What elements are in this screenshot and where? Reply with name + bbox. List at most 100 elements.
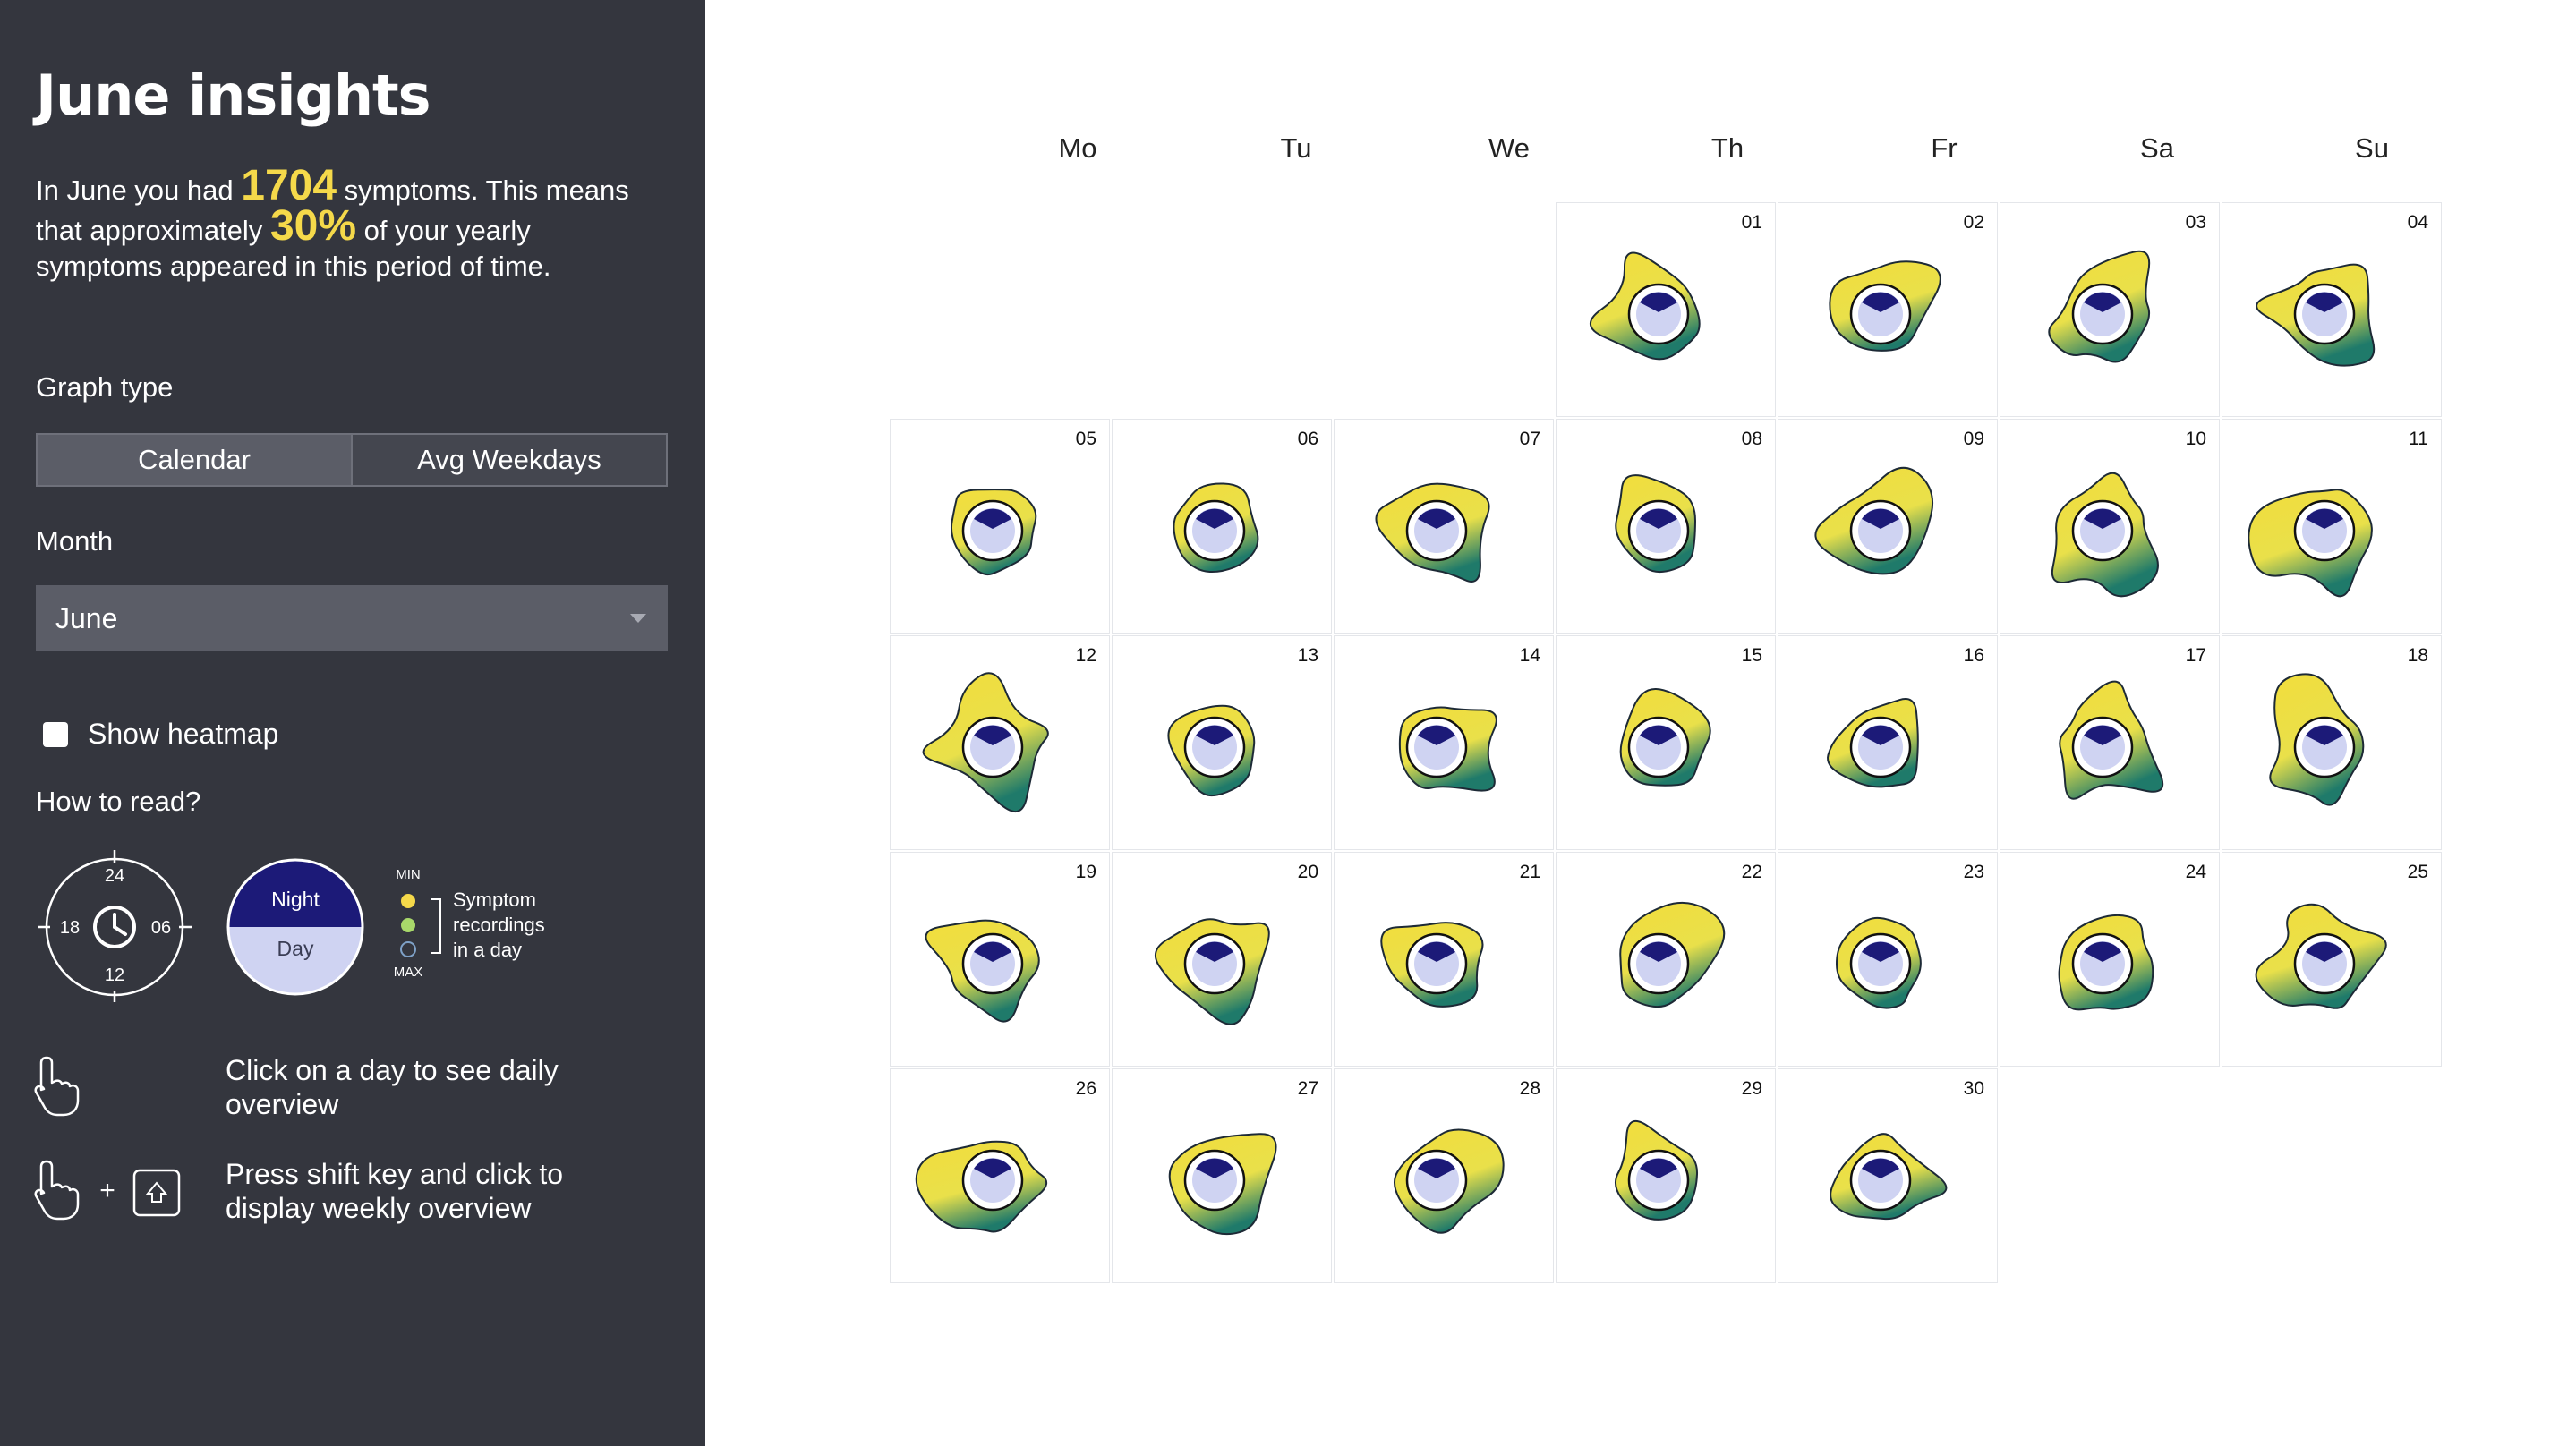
weekday-tu: Tu [1280, 132, 1312, 164]
symptom-glyph [1615, 474, 1697, 574]
calendar-day-28[interactable]: 28 [1334, 1068, 1554, 1283]
calendar-day-29[interactable]: 29 [1556, 1068, 1776, 1283]
symptom-scale-legend: MIN MAX [394, 867, 441, 980]
month-label: Month [36, 525, 114, 557]
calendar-day-20[interactable]: 20 [1112, 852, 1332, 1067]
calendar-day-05[interactable]: 05 [890, 419, 1110, 634]
avg-weekdays-graph-button[interactable]: Avg Weekdays [351, 435, 666, 485]
summary-prefix: In June you had [36, 174, 234, 206]
heatmap-toggle[interactable]: Show heatmap [43, 718, 278, 751]
night-day-legend: Night Day [226, 858, 364, 996]
symptom-glyph [1829, 260, 1941, 352]
clock-label-right: 06 [151, 918, 171, 938]
summary-text: In June you had 1704 symptoms. This mean… [36, 165, 644, 285]
symptom-glyph [950, 489, 1037, 576]
month-select[interactable]: June [36, 585, 668, 651]
calendar-day-13[interactable]: 13 [1112, 635, 1332, 850]
symptom-glyph [2058, 914, 2154, 1011]
sidebar: June insights In June you had 1704 sympt… [0, 0, 705, 1446]
symptom-glyph [1619, 901, 1726, 1008]
symptom-glyph [922, 672, 1049, 812]
symptom-glyph [1375, 482, 1490, 583]
calendar-day-01[interactable]: 01 [1556, 202, 1776, 417]
calendar-day-09[interactable]: 09 [1778, 419, 1998, 634]
calendar-day-14[interactable]: 14 [1334, 635, 1554, 850]
symptom-glyph [1589, 251, 1701, 361]
how-to-read-label: How to read? [36, 786, 201, 817]
shift-click-instruction: Press shift key and click to display wee… [226, 1158, 564, 1224]
click-day-instruction: Click on a day to see daily overview [226, 1054, 559, 1120]
heatmap-label: Show heatmap [88, 718, 279, 750]
page-title: June insights [36, 63, 431, 128]
shift-click-instruction-icons: + [34, 1160, 181, 1221]
symptom-glyph [1380, 922, 1484, 1008]
clock-label-left: 18 [60, 918, 80, 938]
how-to-read-legend: 24 06 12 18 Night Day MIN MAX [38, 850, 441, 1002]
symptom-glyph [1167, 704, 1256, 797]
calendar-day-19[interactable]: 19 [890, 852, 1110, 1067]
calendar-day-26[interactable]: 26 [890, 1068, 1110, 1283]
night-label: Night [271, 888, 320, 911]
calendar-day-17[interactable]: 17 [2000, 635, 2220, 850]
calendar-day-25[interactable]: 25 [2222, 852, 2442, 1067]
symptom-glyph [1827, 698, 1919, 788]
day-label: Day [277, 937, 314, 960]
pointer-hand-icon [34, 1056, 80, 1117]
weekday-we: We [1488, 132, 1530, 164]
symptom-glyph [1173, 482, 1259, 574]
calendar-day-06[interactable]: 06 [1112, 419, 1332, 634]
symptom-glyph [2248, 489, 2373, 598]
symptom-glyph [1619, 687, 1711, 787]
calendar-day-07[interactable]: 07 [1334, 419, 1554, 634]
calendar-graph-button[interactable]: Calendar [38, 435, 351, 485]
shift-key-icon [132, 1169, 181, 1217]
clock-legend-icon: 24 06 12 18 [38, 850, 192, 1002]
calendar-day-15[interactable]: 15 [1556, 635, 1776, 850]
calendar-day-08[interactable]: 08 [1556, 419, 1776, 634]
heatmap-checkbox[interactable] [43, 721, 68, 747]
symptom-glyph [2059, 680, 2164, 800]
calendar-day-18[interactable]: 18 [2222, 635, 2442, 850]
calendar-day-12[interactable]: 12 [890, 635, 1110, 850]
clock-label-top: 24 [105, 866, 124, 886]
max-label: MAX [394, 965, 423, 980]
symptom-glyph [1830, 1133, 1948, 1221]
month-select-value: June [55, 601, 118, 634]
legend-line-2: recordings [453, 914, 545, 936]
calendar-day-21[interactable]: 21 [1334, 852, 1554, 1067]
weekday-su: Su [2355, 132, 2389, 164]
symptom-glyph [2255, 903, 2387, 1009]
weekday-th: Th [1710, 132, 1744, 164]
weekday-mo: Mo [1058, 132, 1097, 164]
calendar-day-30[interactable]: 30 [1778, 1068, 1998, 1283]
symptom-glyph [1814, 466, 1934, 575]
plus-sign: + [99, 1176, 115, 1205]
calendar-day-24[interactable]: 24 [2000, 852, 2220, 1067]
symptom-glyph [1398, 706, 1497, 792]
symptom-glyph [1614, 1119, 1699, 1221]
weekday-fr: Fr [1931, 132, 1958, 164]
calendar-day-16[interactable]: 16 [1778, 635, 1998, 850]
calendar-day-03[interactable]: 03 [2000, 202, 2220, 417]
legend-line-3: in a day [453, 939, 523, 961]
calendar-day-27[interactable]: 27 [1112, 1068, 1332, 1283]
symptom-glyph [1154, 918, 1270, 1025]
symptom-glyph [915, 1140, 1048, 1233]
calendar-day-10[interactable]: 10 [2000, 419, 2220, 634]
symptom-glyph [1394, 1128, 1505, 1234]
calendar-day-22[interactable]: 22 [1556, 852, 1776, 1067]
weekday-sa: Sa [2140, 132, 2174, 164]
symptom-glyph [925, 919, 1040, 1023]
clock-label-bottom: 12 [105, 965, 124, 985]
graph-type-toggle: Calendar Avg Weekdays [36, 433, 668, 487]
symptom-glyph [2269, 673, 2365, 806]
symptom-percent: 30% [269, 202, 357, 250]
calendar-day-23[interactable]: 23 [1778, 852, 1998, 1067]
symptom-legend-text: Symptom recordings in a day [453, 888, 545, 963]
symptom-glyph [1168, 1133, 1277, 1236]
calendar-day-02[interactable]: 02 [1778, 202, 1998, 417]
calendar-day-11[interactable]: 11 [2222, 419, 2442, 634]
symptom-glyph [2051, 472, 2159, 598]
symptom-glyph [1835, 916, 1922, 1009]
calendar-day-04[interactable]: 04 [2222, 202, 2442, 417]
